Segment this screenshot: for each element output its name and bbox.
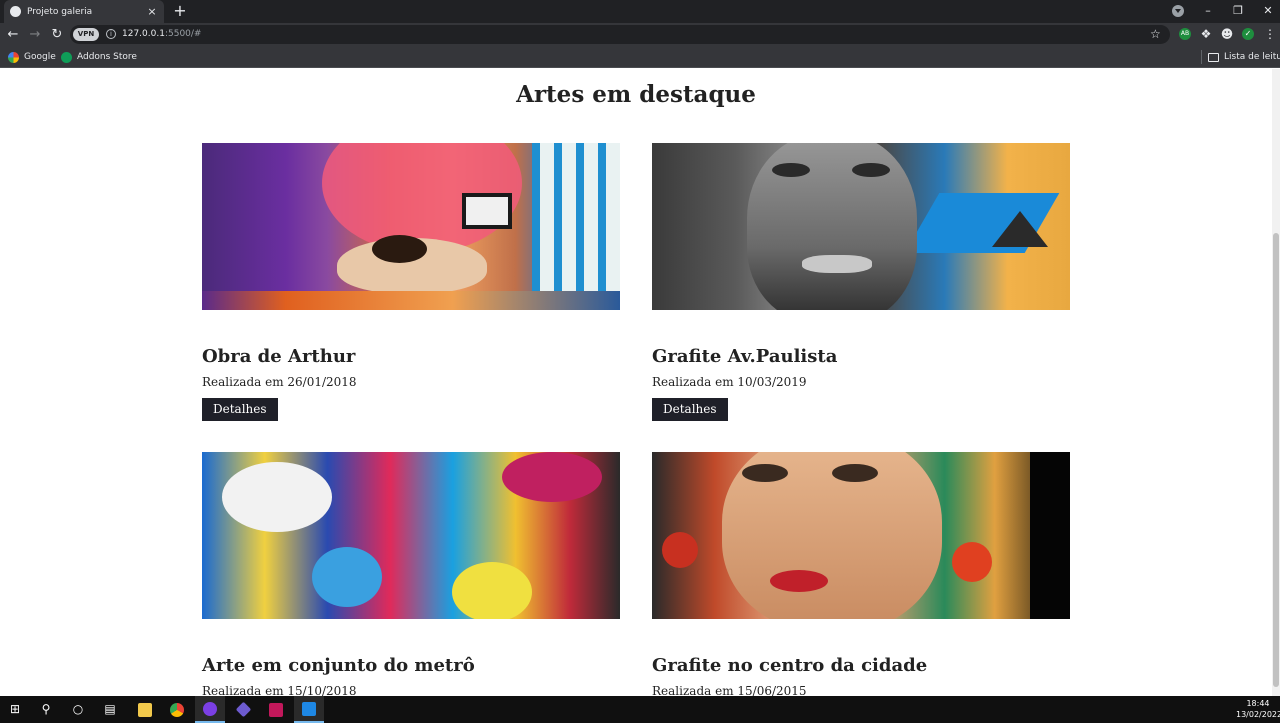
card-date: Realizada em 15/06/2015 [652, 684, 807, 696]
bookmark-label: Google [24, 52, 56, 62]
app-icon[interactable] [228, 696, 258, 723]
tab-title: Projeto galeria [27, 6, 93, 17]
bookmarks-bar: Google Addons Store Lista de leitura [0, 46, 1280, 68]
tab-search-icon[interactable] [1172, 5, 1184, 17]
card-image [652, 143, 1070, 310]
tab-close-icon[interactable]: × [146, 5, 158, 18]
card-date: Realizada em 15/10/2018 [202, 684, 357, 696]
card-date: Realizada em 10/03/2019 [652, 375, 807, 389]
tab-strip: Projeto galeria × + – ❐ ✕ [0, 0, 1280, 23]
reading-list-icon [1208, 52, 1219, 62]
card-image [202, 452, 620, 619]
details-button[interactable]: Detalhes [202, 398, 278, 421]
site-info-icon[interactable]: i [106, 29, 116, 39]
gallery-card: Grafite no centro da cidade Realizada em… [652, 452, 1070, 696]
vscode-icon[interactable] [294, 696, 324, 723]
scrollbar-thumb[interactable] [1273, 233, 1279, 687]
clock-date: 13/02/2022 [1236, 710, 1280, 719]
card-title: Grafite Av.Paulista [652, 346, 838, 367]
close-window-icon[interactable]: ✕ [1258, 0, 1278, 23]
clock-time: 18:44 [1246, 699, 1270, 708]
search-icon[interactable]: ⚲ [31, 696, 61, 723]
extensions-puzzle-icon[interactable]: ❖ [1199, 23, 1213, 46]
address-bar[interactable]: VPN i 127.0.0.1:5500/# ☆ [70, 25, 1170, 44]
card-date: Realizada em 26/01/2018 [202, 375, 357, 389]
page-viewport: Artes em destaque Obra de Arthur Realiza… [0, 69, 1280, 696]
browser-taskbar-icon[interactable] [195, 696, 225, 723]
card-image [202, 143, 620, 310]
task-view-icon[interactable]: ▤ [95, 696, 125, 723]
minimize-icon[interactable]: – [1198, 0, 1218, 23]
bookmark-addons-store[interactable]: Addons Store [61, 46, 137, 68]
url-path: :5500/# [164, 29, 202, 39]
browser-toolbar: ← → ↻ VPN i 127.0.0.1:5500/# ☆ AB ❖ ☻ ✓ … [0, 23, 1280, 46]
forward-icon[interactable]: → [27, 23, 43, 46]
security-extension-icon[interactable]: ✓ [1242, 28, 1254, 40]
google-icon [8, 51, 19, 63]
reading-list-button[interactable]: Lista de leitura [1208, 46, 1280, 68]
page-scrollbar[interactable] [1272, 69, 1280, 696]
vivaldi-icon[interactable] [261, 696, 291, 723]
card-title: Obra de Arthur [202, 346, 356, 367]
reload-icon[interactable]: ↻ [49, 23, 65, 46]
taskbar: ⊞ ⚲ ○ ▤ 18:44 13/02/2022 [0, 696, 1280, 723]
profile-icon[interactable]: ☻ [1220, 23, 1234, 46]
card-title: Arte em conjunto do metrô [202, 655, 475, 676]
bookmark-google[interactable]: Google [8, 46, 56, 68]
windows-start-icon[interactable]: ⊞ [0, 696, 30, 723]
gallery-card: Obra de Arthur Realizada em 26/01/2018 D… [202, 143, 620, 423]
card-title: Grafite no centro da cidade [652, 655, 928, 676]
system-clock[interactable]: 18:44 13/02/2022 [1236, 698, 1280, 720]
card-image [652, 452, 1070, 619]
vpn-badge[interactable]: VPN [73, 28, 99, 41]
chrome-icon[interactable] [162, 696, 192, 723]
addons-store-icon [61, 51, 72, 63]
file-explorer-icon[interactable] [130, 696, 160, 723]
bookmarks-separator [1201, 50, 1202, 64]
back-icon[interactable]: ← [5, 23, 21, 46]
globe-icon [10, 6, 21, 17]
restore-icon[interactable]: ❐ [1228, 0, 1248, 23]
adblock-extension-icon[interactable]: AB [1179, 28, 1191, 40]
bookmark-label: Addons Store [77, 52, 137, 62]
gallery-card: Grafite Av.Paulista Realizada em 10/03/2… [652, 143, 1070, 423]
details-button[interactable]: Detalhes [652, 398, 728, 421]
bookmark-star-icon[interactable]: ☆ [1150, 26, 1161, 43]
page-title: Artes em destaque [516, 81, 756, 108]
cortana-icon[interactable]: ○ [63, 696, 93, 723]
browser-tab[interactable]: Projeto galeria × [4, 0, 164, 23]
reading-list-label: Lista de leitura [1224, 52, 1280, 62]
menu-kebab-icon[interactable]: ⋮ [1263, 23, 1277, 46]
url-host: 127.0.0.1 [122, 29, 165, 39]
new-tab-button[interactable]: + [172, 2, 188, 20]
gallery-card: Arte em conjunto do metrô Realizada em 1… [202, 452, 620, 696]
url-text[interactable]: 127.0.0.1:5500/# [122, 28, 201, 41]
